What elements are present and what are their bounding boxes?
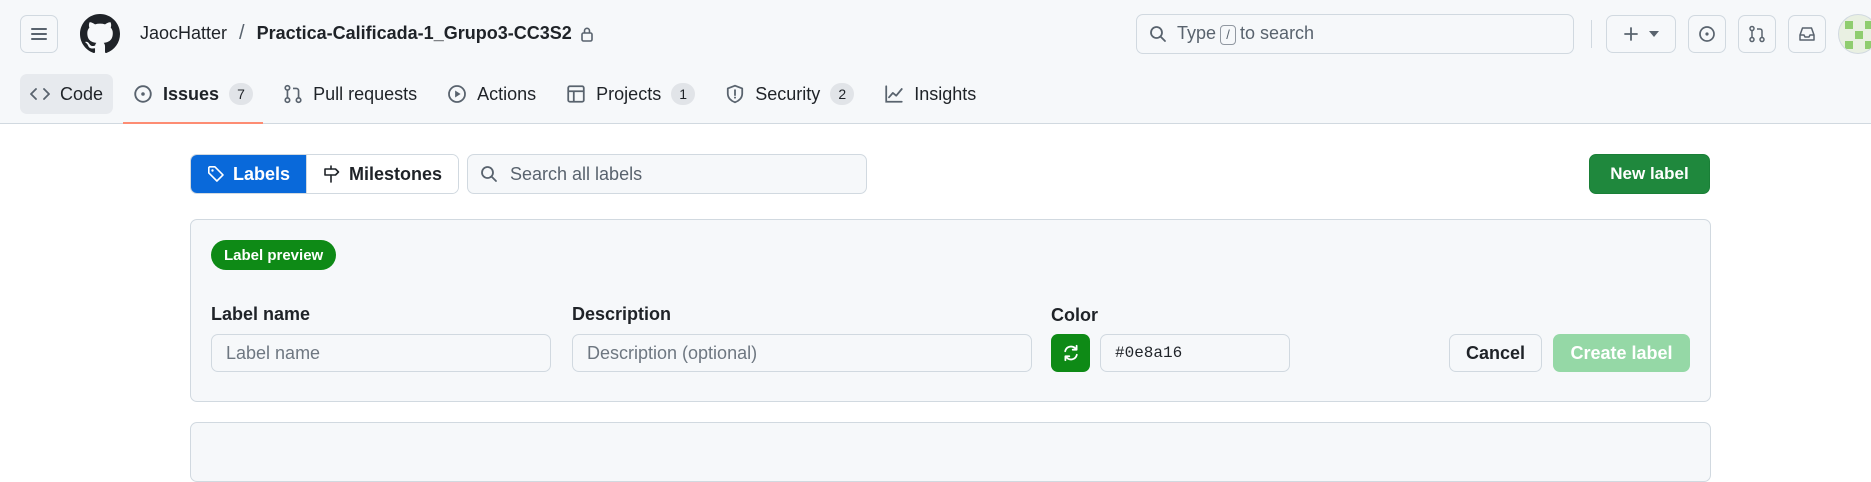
repo-nav-tabs: Code Issues 7 Pull requests Actions Proj… [20, 74, 986, 124]
tab-label: Code [60, 83, 104, 104]
create-new-button[interactable] [1606, 15, 1676, 53]
description-heading: Description [572, 304, 672, 324]
tab-label: Issues [163, 83, 220, 104]
color-heading: Color [1051, 305, 1098, 325]
label-search-input[interactable] [510, 163, 850, 185]
global-search-input[interactable]: Type / to search [1136, 14, 1574, 54]
hamburger-icon [31, 28, 47, 40]
breadcrumb: JaocHatter / Practica-Calificada-1_Grupo… [140, 22, 594, 45]
lock-icon [580, 27, 593, 42]
new-label-form: Label preview Label name Description Col… [190, 219, 1711, 402]
plus-icon [1624, 27, 1638, 41]
milestones-tab-button[interactable]: Milestones [306, 155, 459, 193]
tab-issues[interactable]: Issues 7 [123, 74, 264, 124]
search-icon [481, 166, 497, 182]
slash-key-hint: / [1220, 24, 1237, 45]
label-preview-badge: Label preview [211, 240, 337, 270]
breadcrumb-repo-link[interactable]: Practica-Calificada-1_Grupo3-CC3S2 [257, 23, 572, 44]
search-hint-suffix: to search [1240, 23, 1315, 44]
sync-icon [1063, 344, 1078, 362]
tab-actions[interactable]: Actions [437, 74, 546, 114]
breadcrumb-owner-link[interactable]: JaocHatter [140, 23, 227, 44]
label-name-heading: Label name [211, 304, 311, 324]
tab-insights[interactable]: Insights [874, 74, 986, 114]
randomize-color-button[interactable] [1051, 334, 1090, 372]
projects-count-badge: 1 [671, 83, 696, 105]
issue-icon [134, 85, 152, 103]
create-label-button[interactable]: Create label [1553, 334, 1690, 372]
labels-tab-button[interactable]: Labels [191, 155, 307, 193]
label-search-field[interactable] [467, 154, 867, 194]
description-input[interactable] [572, 334, 1032, 372]
shield-icon [727, 84, 744, 104]
inbox-button[interactable] [1788, 15, 1826, 53]
pull-requests-button[interactable] [1738, 15, 1776, 53]
play-icon [448, 85, 467, 103]
tab-projects[interactable]: Projects 1 [556, 74, 705, 114]
pull-request-icon [284, 84, 302, 104]
tab-label: Insights [914, 83, 977, 104]
new-label-button[interactable]: New label [1589, 154, 1710, 194]
security-count-badge: 2 [830, 83, 855, 105]
color-hex-input[interactable] [1100, 334, 1290, 372]
labels-tab-label: Labels [233, 163, 291, 184]
milestone-icon [324, 165, 340, 183]
caret-down-icon [1649, 31, 1659, 37]
graph-icon [885, 85, 903, 103]
github-logo-icon[interactable] [80, 14, 120, 54]
pull-request-icon [1749, 25, 1765, 43]
tab-label: Actions [477, 83, 537, 104]
tab-pull-requests[interactable]: Pull requests [273, 74, 427, 114]
app-header: JaocHatter / Practica-Calificada-1_Grupo… [0, 0, 1871, 124]
tab-label: Security [755, 83, 821, 104]
breadcrumb-separator: / [239, 22, 245, 44]
milestones-tab-label: Milestones [349, 163, 443, 184]
tab-code[interactable]: Code [20, 74, 114, 114]
tab-label: Projects [596, 83, 662, 104]
issue-icon [1699, 26, 1715, 42]
label-name-input[interactable] [211, 334, 551, 372]
search-icon [1150, 26, 1166, 42]
tag-icon [208, 166, 224, 182]
table-icon [567, 85, 585, 103]
search-hint-prefix: Type [1177, 23, 1217, 44]
inbox-icon [1799, 27, 1815, 41]
issues-button[interactable] [1688, 15, 1726, 53]
tab-security[interactable]: Security 2 [715, 74, 864, 114]
cancel-button[interactable]: Cancel [1449, 334, 1542, 372]
labels-milestones-toggle: Labels Milestones [190, 154, 460, 194]
code-icon [30, 88, 50, 100]
labels-list-container [190, 422, 1711, 482]
tab-label: Pull requests [313, 83, 418, 104]
header-divider [1591, 20, 1592, 48]
issues-count-badge: 7 [229, 83, 254, 105]
avatar[interactable] [1838, 14, 1871, 54]
menu-button[interactable] [20, 15, 58, 53]
identicon-icon [1845, 21, 1871, 49]
